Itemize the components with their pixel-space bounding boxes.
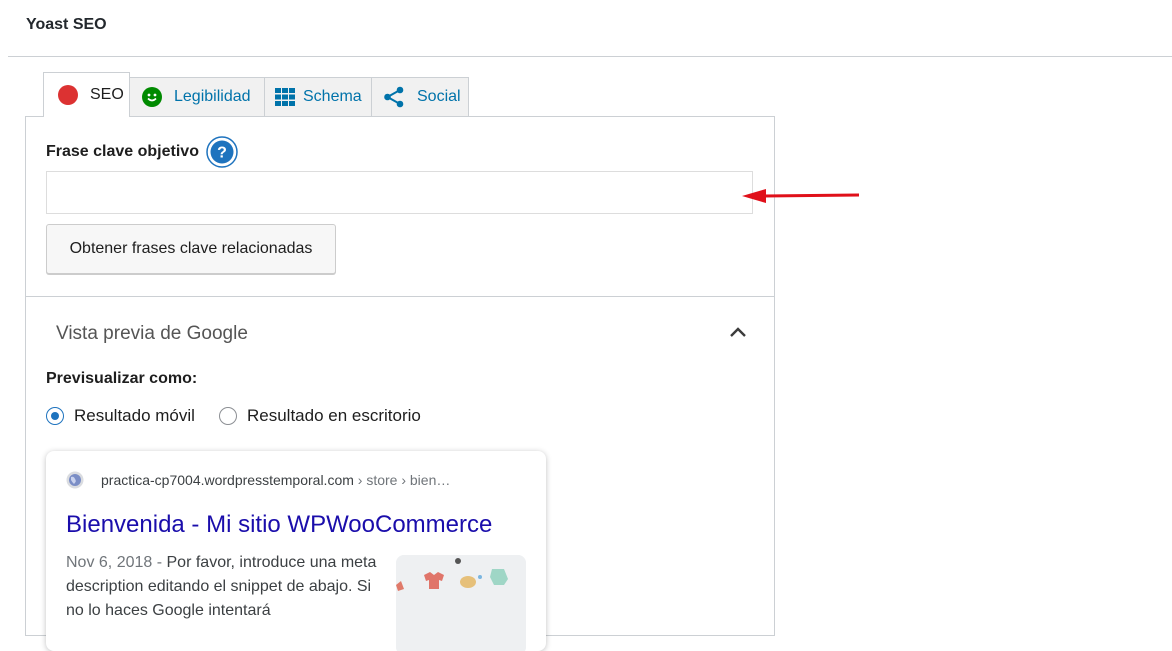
tab-schema-label: Schema [303,88,362,105]
tab-legibilidad-label: Legibilidad [174,88,251,105]
tab-seo[interactable]: SEO [43,72,130,117]
header-divider [8,56,1172,57]
svg-text:?: ? [217,145,227,162]
serp-preview-card: practica-cp7004.wordpresstemporal.com › … [46,451,546,651]
help-icon[interactable]: ? [206,136,238,168]
tab-seo-label: SEO [90,86,124,103]
radio-desktop-label: Resultado en escritorio [247,406,421,425]
radio-mobile-label: Resultado móvil [74,406,195,425]
serp-url: practica-cp7004.wordpresstemporal.com › … [101,472,450,488]
serp-url-domain: practica-cp7004.wordpresstemporal.com [101,472,354,488]
serp-title[interactable]: Bienvenida - Mi sitio WPWooCommerce [66,511,492,539]
radio-mobile-dot[interactable] [46,407,64,425]
radio-mobile[interactable]: Resultado móvil [46,406,195,426]
serp-date: Nov 6, 2018 [66,554,153,571]
serp-separator: - [152,554,167,571]
tab-social-label: Social [417,88,461,105]
serp-thumbnail-image [396,555,526,651]
grid-icon [275,88,295,106]
radio-desktop-dot[interactable] [219,407,237,425]
metabox-header: Yoast SEO [0,0,1172,56]
share-icon [384,86,404,108]
serp-description-block: Nov 6, 2018 - Por favor, introduce una m… [66,551,386,623]
tab-legibilidad[interactable]: Legibilidad [129,77,265,116]
serp-url-path: › store › bien… [353,472,451,488]
tab-schema[interactable]: Schema [264,77,372,116]
globe-icon [66,471,84,489]
preview-as-label: Previsualizar como: [46,370,198,387]
metabox-title: Yoast SEO [26,16,107,33]
focus-keyphrase-label: Frase clave objetivo [46,143,199,160]
smiley-icon [142,87,162,107]
red-circle-icon [58,85,78,105]
radio-desktop[interactable]: Resultado en escritorio [219,406,421,426]
red-arrow-annotation [742,189,860,203]
google-preview-title: Vista previa de Google [56,323,248,344]
focus-keyphrase-input[interactable] [46,171,753,214]
related-keyphrases-button[interactable]: Obtener frases clave relacionadas [46,224,336,274]
section-divider [26,296,774,297]
chevron-up-icon[interactable] [728,322,748,342]
tab-social[interactable]: Social [371,77,469,116]
